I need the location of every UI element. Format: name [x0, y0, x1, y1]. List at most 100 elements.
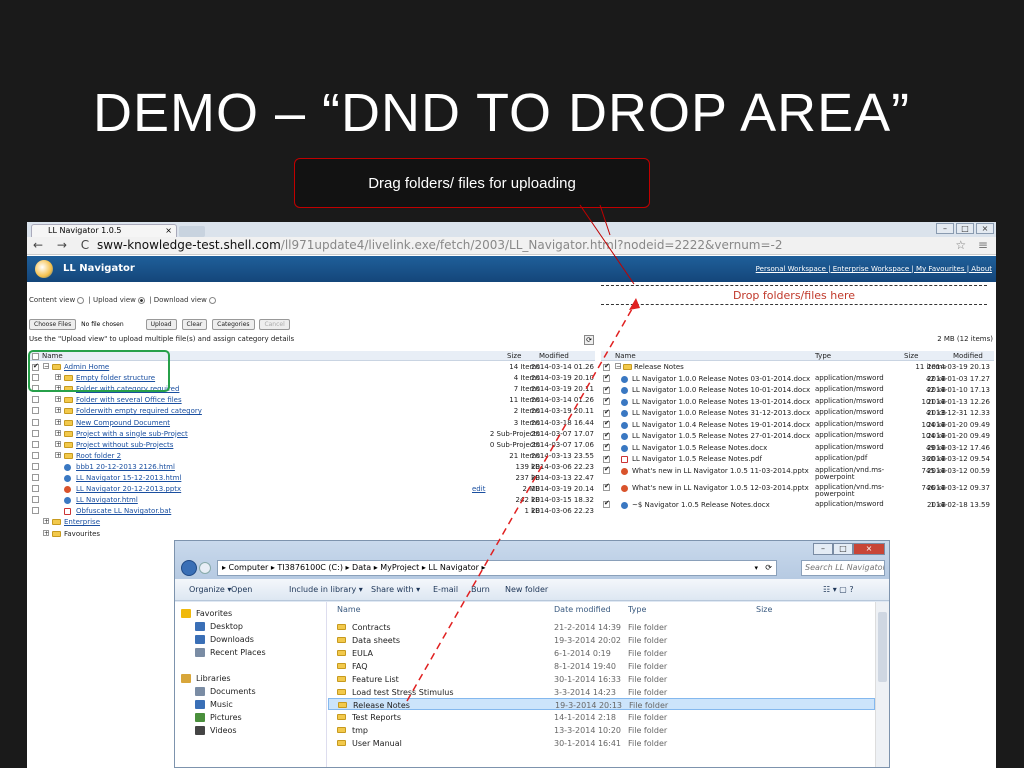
table-row[interactable]: + Folder with several Office files 11 Item… [29, 395, 595, 406]
search-input[interactable]: Search LL Navigator [801, 560, 885, 576]
row-checkbox[interactable] [603, 385, 610, 394]
nav-buttons[interactable]: ← → C [33, 238, 94, 252]
table-row[interactable]: + New Compound Document 3 Items 2014-03-18 … [29, 418, 595, 429]
table-row[interactable]: LL Navigator 1.0.5 Release Notes 27-01-2… [601, 431, 994, 442]
minimize-icon[interactable]: – [813, 543, 833, 555]
table-row[interactable]: LL Navigator 20-12-2013.pptx edit 2 MB 2014… [29, 484, 595, 495]
file-row[interactable]: FAQ 8-1-2014 19:40 File folder [328, 660, 875, 672]
toolbar-open[interactable]: Open [231, 585, 252, 594]
col-name-header[interactable]: Name [615, 352, 636, 360]
table-row[interactable]: LL Navigator 1.0.5 Release Notes.pdf appl… [601, 454, 994, 465]
scrollbar-thumb[interactable] [878, 612, 887, 682]
expand-icon[interactable]: + [55, 407, 61, 414]
row-checkbox[interactable] [603, 419, 610, 428]
view-options-icon[interactable]: ☷ ▾ ▢ ? [823, 585, 854, 594]
expand-icon[interactable]: + [55, 396, 61, 403]
row-name[interactable]: Release Notes [634, 363, 684, 371]
nav-item-videos[interactable]: Videos [195, 726, 237, 735]
row-name[interactable]: Folder with several Office files [76, 396, 182, 404]
file-name[interactable]: Load test Stress Stimulus [352, 688, 454, 697]
forward-icon[interactable] [199, 562, 211, 574]
nav-item-recent-places[interactable]: Recent Places [195, 648, 266, 657]
table-row[interactable]: ~$ Navigator 1.0.5 Release Notes.docx app… [601, 499, 994, 511]
file-name[interactable]: Release Notes [353, 701, 410, 710]
row-checkbox[interactable] [603, 408, 610, 417]
header-links[interactable]: Personal Workspace | Enterprise Workspac… [756, 265, 992, 273]
row-name[interactable]: Favourites [64, 530, 100, 538]
row-name[interactable]: Enterprise [64, 518, 100, 526]
scrollbar[interactable] [875, 602, 889, 767]
categories-button[interactable]: Categories [212, 319, 255, 330]
col-type-header[interactable]: Type [628, 605, 646, 614]
row-checkbox[interactable] [32, 485, 39, 493]
clear-button[interactable]: Clear [181, 319, 208, 330]
row-checkbox[interactable] [32, 474, 39, 481]
file-name[interactable]: Data sheets [352, 636, 400, 645]
file-name[interactable]: User Manual [352, 739, 402, 748]
toolbar-icons[interactable]: ☆ ≡ [955, 238, 992, 252]
browser-tab[interactable]: LL Navigator 1.0.5 × [31, 224, 177, 237]
file-name[interactable]: EULA [352, 649, 373, 658]
row-name[interactable]: LL Navigator 15-12-2013.html [76, 474, 181, 482]
row-name[interactable]: Project without sub-Projects [76, 441, 173, 449]
back-icon[interactable] [181, 560, 197, 576]
row-name[interactable]: What's new in LL Navigator 1.0.5 12-03-2… [632, 484, 809, 492]
file-row[interactable]: EULA 6-1-2014 0:19 File folder [328, 647, 875, 659]
table-row[interactable]: + Root folder 2 21 Items 2014-03-13 23.55 [29, 451, 595, 462]
url-field[interactable]: sww-knowledge-test.shell.com/ll971update… [97, 238, 783, 252]
edit-link[interactable]: edit [472, 485, 485, 493]
drop-area[interactable]: Drop folders/files here [601, 285, 987, 305]
refresh-icon[interactable]: ⟳ [765, 561, 772, 575]
file-row[interactable]: tmp 13-3-2014 10:20 File folder [328, 724, 875, 736]
row-name[interactable]: Root folder 2 [76, 452, 121, 460]
close-tab-icon[interactable]: × [165, 225, 172, 237]
close-icon[interactable]: × [853, 543, 885, 555]
upload-view-radio[interactable] [137, 296, 145, 304]
row-name[interactable]: LL Navigator 1.0.0 Release Notes 31-12-2… [632, 409, 810, 417]
nav-item-documents[interactable]: Documents [195, 687, 256, 696]
refresh-icon[interactable]: ⟳ [584, 335, 594, 345]
col-modified-header[interactable]: Modified [953, 352, 983, 360]
toolbar-organize[interactable]: Organize ▾ [189, 585, 231, 594]
row-checkbox[interactable] [32, 462, 39, 470]
row-checkbox[interactable] [603, 362, 610, 371]
row-name[interactable]: Project with a single sub-Project [76, 430, 188, 438]
table-row[interactable]: Obfuscate LL Navigator.bat 1 kB 2014-03-06… [29, 506, 595, 517]
nav-item-pictures[interactable]: Pictures [195, 713, 242, 722]
expand-icon[interactable]: + [55, 440, 61, 447]
upload-button[interactable]: Upload [145, 319, 177, 330]
table-row[interactable]: What's new in LL Navigator 1.0.5 12-03-2… [601, 482, 994, 499]
file-name[interactable]: Contracts [352, 623, 391, 632]
nav-item-favorites[interactable]: Favorites [181, 609, 232, 618]
toolbar-include-in-library[interactable]: Include in library ▾ [289, 585, 363, 594]
table-row[interactable]: LL Navigator 1.0.0 Release Notes 03-01-2… [601, 373, 994, 385]
row-name[interactable]: ~$ Navigator 1.0.5 Release Notes.docx [632, 501, 770, 509]
row-checkbox[interactable] [32, 507, 39, 515]
row-checkbox[interactable] [603, 373, 610, 382]
download-view-radio[interactable] [208, 296, 216, 304]
table-row[interactable]: + Folderwith empty required category 2 Ite… [29, 406, 595, 417]
nav-item-music[interactable]: Music [195, 700, 233, 709]
expand-icon[interactable]: + [43, 529, 49, 536]
row-checkbox[interactable] [603, 396, 610, 405]
file-row[interactable]: Contracts 21-2-2014 14:39 File folder [328, 621, 875, 633]
row-checkbox[interactable] [32, 496, 39, 504]
nav-item-desktop[interactable]: Desktop [195, 622, 243, 631]
row-name[interactable]: LL Navigator 20-12-2013.pptx [76, 485, 181, 493]
col-type-header[interactable]: Type [815, 352, 831, 360]
row-checkbox[interactable] [32, 440, 39, 448]
col-size-header[interactable]: Size [507, 352, 521, 360]
table-row[interactable]: LL Navigator 15-12-2013.html 237 kB 2014-0… [29, 473, 595, 484]
expand-icon[interactable]: − [615, 363, 621, 370]
row-name[interactable]: LL Navigator 1.0.5 Release Notes 27-01-2… [632, 432, 810, 440]
row-name[interactable]: LL Navigator 1.0.5 Release Notes.docx [632, 444, 767, 452]
file-name[interactable]: FAQ [352, 662, 368, 671]
row-name[interactable]: bbb1 20-12-2013 2126.html [76, 463, 175, 471]
row-checkbox[interactable] [603, 499, 610, 508]
row-checkbox[interactable] [32, 396, 39, 404]
toolbar-share-with[interactable]: Share with ▾ [371, 585, 420, 594]
row-name[interactable]: New Compound Document [76, 419, 170, 427]
row-checkbox[interactable] [603, 431, 610, 440]
expand-icon[interactable]: + [43, 518, 49, 525]
row-name[interactable]: LL Navigator.html [76, 496, 138, 504]
